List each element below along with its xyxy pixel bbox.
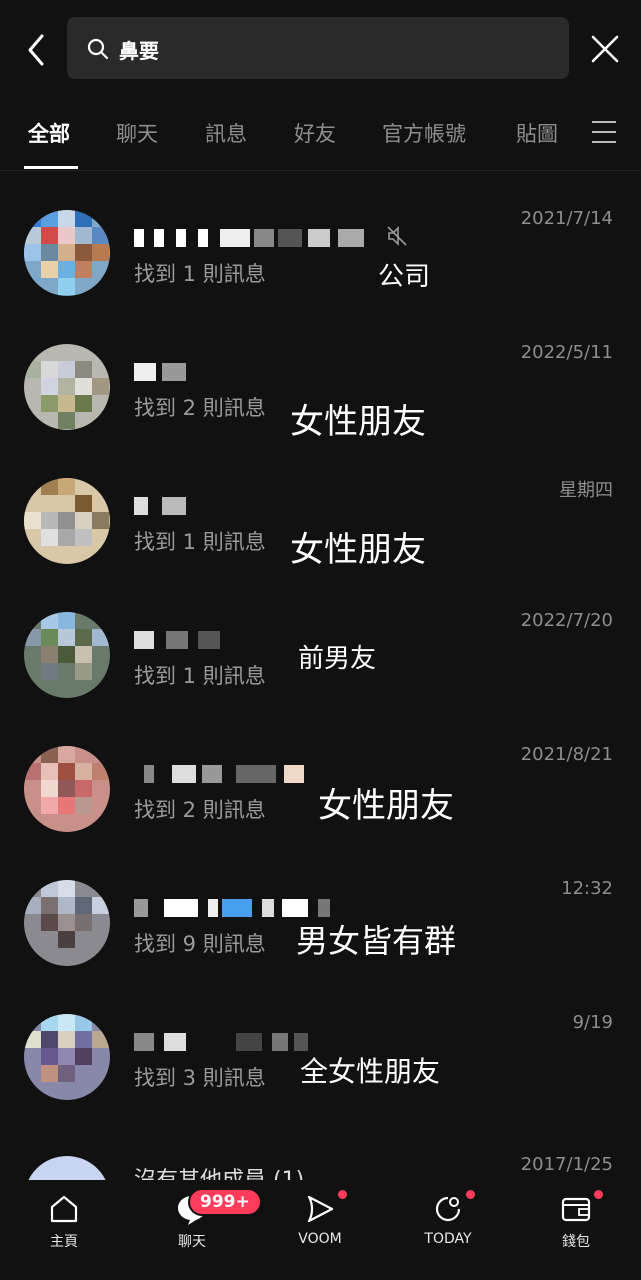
last-message-date: 2021/7/14 xyxy=(520,208,613,229)
tab-official-accounts[interactable]: 官方帳號 xyxy=(382,118,466,148)
result-row[interactable]: 找到 1 則訊息 公司 2021/7/14 xyxy=(0,172,641,306)
category-tabs: 全部 聊天 訊息 好友 官方帳號 貼圖 xyxy=(0,100,641,171)
match-count: 找到 1 則訊息 xyxy=(134,664,266,688)
avatar xyxy=(24,880,110,966)
notification-dot xyxy=(594,1190,603,1199)
active-tab-indicator xyxy=(24,166,78,169)
home-icon xyxy=(50,1195,78,1223)
search-header: 鼻要 xyxy=(0,0,641,100)
handwritten-annotation: 前男友 xyxy=(298,644,377,674)
search-query[interactable]: 鼻要 xyxy=(119,35,159,64)
notification-dot xyxy=(338,1190,347,1199)
unread-badge: 999+ xyxy=(188,1188,262,1216)
avatar xyxy=(24,1014,110,1100)
today-icon xyxy=(435,1196,461,1222)
result-row[interactable]: 找到 9 則訊息 男女皆有群 12:32 xyxy=(0,842,641,976)
result-row[interactable]: 找到 2 則訊息 女性朋友 2022/5/11 xyxy=(0,306,641,442)
match-count: 找到 1 則訊息 xyxy=(134,262,266,286)
tab-friends[interactable]: 好友 xyxy=(294,118,336,148)
tab-all[interactable]: 全部 xyxy=(28,118,70,148)
nav-today[interactable]: TODAY xyxy=(408,1192,488,1272)
bottom-navigation: 主頁 聊天 999+ VOOM TODAY 錢包 xyxy=(0,1180,641,1280)
handwritten-annotation: 男女皆有群 xyxy=(296,922,457,960)
nav-voom[interactable]: VOOM xyxy=(280,1192,360,1272)
result-row[interactable]: 找到 1 則訊息 女性朋友 星期四 xyxy=(0,440,641,574)
mute-icon xyxy=(387,226,407,246)
avatar xyxy=(24,344,110,430)
search-icon xyxy=(87,38,109,60)
nav-label: 錢包 xyxy=(562,1234,590,1250)
last-message-date: 12:32 xyxy=(561,878,613,899)
back-arrow-icon[interactable] xyxy=(18,30,54,70)
last-message-date: 2021/8/21 xyxy=(520,744,613,765)
avatar xyxy=(24,210,110,296)
nav-label: TODAY xyxy=(424,1231,472,1247)
contact-name-redacted xyxy=(132,226,392,252)
last-message-date: 2022/7/20 xyxy=(520,610,613,631)
avatar xyxy=(24,746,110,832)
match-count: 找到 9 則訊息 xyxy=(134,932,266,956)
avatar xyxy=(24,612,110,698)
wallet-icon xyxy=(561,1197,591,1222)
menu-icon[interactable] xyxy=(591,119,617,145)
match-count: 找到 2 則訊息 xyxy=(134,798,266,822)
result-row[interactable]: 找到 1 則訊息 前男友 2022/7/20 xyxy=(0,574,641,708)
match-count: 找到 2 則訊息 xyxy=(134,396,266,420)
match-count: 找到 3 則訊息 xyxy=(134,1066,266,1090)
match-count: 找到 1 則訊息 xyxy=(134,530,266,554)
nav-label: 聊天 xyxy=(178,1234,206,1250)
notification-dot xyxy=(466,1190,475,1199)
nav-wallet[interactable]: 錢包 xyxy=(536,1192,616,1272)
contact-name-redacted xyxy=(132,360,392,386)
result-row[interactable]: 找到 3 則訊息 全女性朋友 9/19 xyxy=(0,976,641,1110)
nav-label: 主頁 xyxy=(50,1234,78,1250)
nav-home[interactable]: 主頁 xyxy=(24,1192,104,1272)
handwritten-annotation: 全女性朋友 xyxy=(300,1055,441,1088)
handwritten-annotation: 女性朋友 xyxy=(290,530,426,570)
result-row[interactable]: 找到 2 則訊息 女性朋友 2021/8/21 xyxy=(0,708,641,842)
handwritten-annotation: 女性朋友 xyxy=(290,402,426,442)
last-message-date: 2022/5/11 xyxy=(520,342,613,363)
tab-stickers[interactable]: 貼圖 xyxy=(516,118,558,148)
last-message-date: 星期四 xyxy=(559,480,613,501)
handwritten-annotation: 公司 xyxy=(378,262,431,292)
avatar xyxy=(24,478,110,564)
tab-messages[interactable]: 訊息 xyxy=(205,118,247,148)
nav-label: VOOM xyxy=(298,1231,342,1247)
last-message-date: 9/19 xyxy=(572,1012,613,1033)
last-message-date: 2017/1/25 xyxy=(520,1154,613,1175)
voom-icon xyxy=(307,1195,334,1223)
close-icon[interactable] xyxy=(588,32,622,66)
handwritten-annotation: 女性朋友 xyxy=(318,786,454,826)
contact-name-redacted xyxy=(132,494,392,520)
tab-chats[interactable]: 聊天 xyxy=(116,118,158,148)
search-input[interactable]: 鼻要 xyxy=(67,17,569,79)
